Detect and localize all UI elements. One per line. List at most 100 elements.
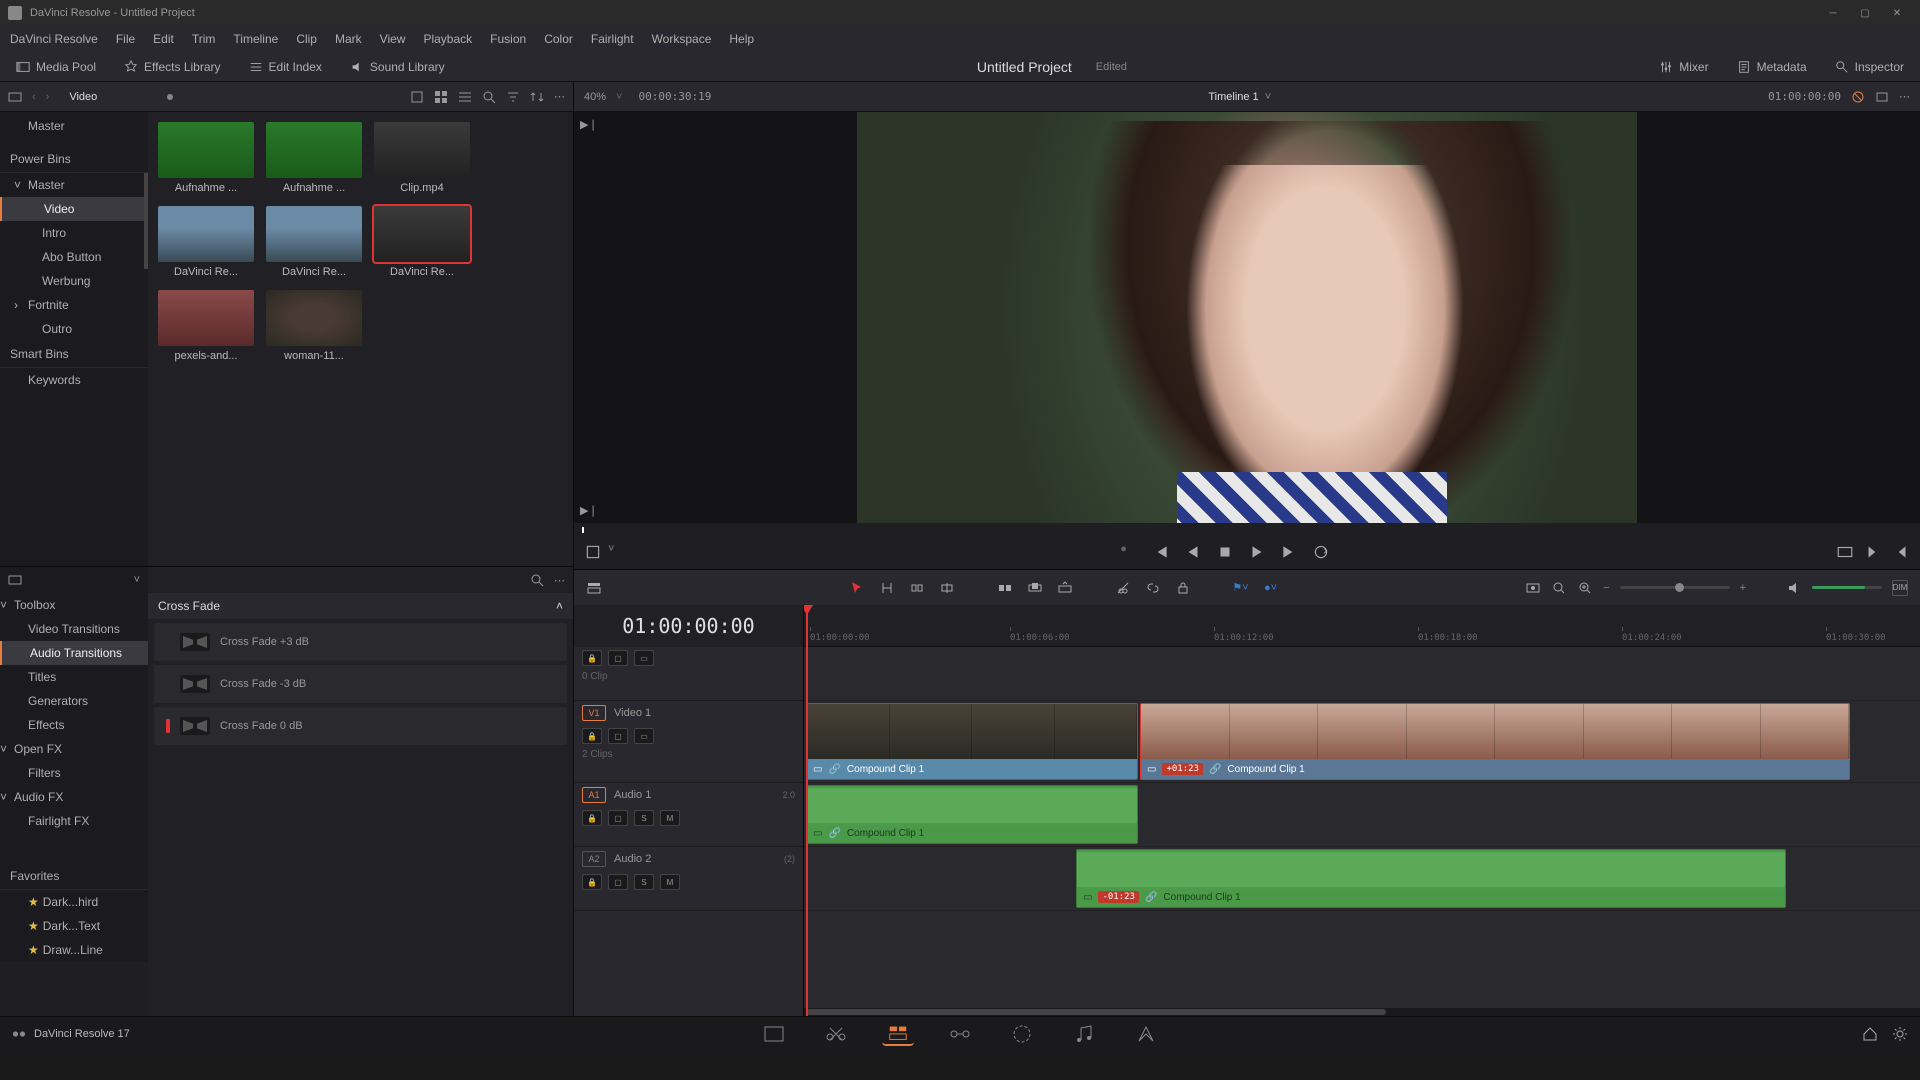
single-viewer-icon[interactable]: [1875, 90, 1889, 104]
pool-nav-fwd[interactable]: ›: [46, 91, 50, 103]
inspector-toggle[interactable]: Inspector: [1829, 56, 1910, 78]
track-v2[interactable]: 🔒 ▢ ▭ 0 Clip: [574, 647, 803, 701]
page-edit[interactable]: [882, 1022, 914, 1046]
lane-v2[interactable]: [804, 647, 1920, 701]
solo-button[interactable]: S: [634, 810, 654, 826]
fx-crossfade-minus3[interactable]: Cross Fade -3 dB: [154, 665, 567, 703]
fx-crossfade-plus3[interactable]: Cross Fade +3 dB: [154, 623, 567, 661]
stop-button[interactable]: [1216, 543, 1234, 561]
transform-overlay-icon[interactable]: [584, 543, 602, 561]
prev-edit-icon[interactable]: ●: [1120, 543, 1138, 561]
clip-item[interactable]: pexels-and...: [158, 290, 254, 362]
pool-nav-back[interactable]: ‹: [32, 91, 36, 103]
menu-trim[interactable]: Trim: [192, 32, 216, 46]
detail-zoom-button[interactable]: [1577, 580, 1593, 596]
fx-search-icon[interactable]: [530, 573, 544, 587]
close-button[interactable]: ✕: [1882, 3, 1912, 23]
timeline-ruler[interactable]: 01:00:00:00 01:00:06:00 01:00:12:00 01:0…: [804, 605, 1920, 647]
play-button[interactable]: [1248, 543, 1266, 561]
mixer-toggle[interactable]: Mixer: [1653, 56, 1714, 78]
clip-item[interactable]: DaVinci Re...: [266, 206, 362, 278]
timeline-viewer[interactable]: ▶❘ ▶❘: [574, 112, 1920, 523]
menu-clip[interactable]: Clip: [296, 32, 317, 46]
pool-options-icon[interactable]: ⋯: [554, 90, 565, 103]
volume-slider[interactable]: [1812, 586, 1882, 589]
page-media[interactable]: [758, 1022, 790, 1046]
page-cut[interactable]: [820, 1022, 852, 1046]
source-zoom[interactable]: 40%: [584, 91, 606, 103]
zoom-in-button[interactable]: +: [1740, 582, 1746, 594]
replace-clip-button[interactable]: [1057, 580, 1073, 596]
pool-breadcrumb[interactable]: Video: [69, 91, 97, 103]
fx-effects[interactable]: Effects: [0, 713, 148, 737]
dynamic-trim-tool[interactable]: [909, 580, 925, 596]
bin-master-power[interactable]: ˅Master: [0, 173, 148, 197]
zoom-out-button[interactable]: −: [1603, 582, 1609, 594]
metadata-toggle[interactable]: Metadata: [1731, 56, 1813, 78]
fx-crossfade-0[interactable]: Cross Fade 0 dB: [154, 707, 567, 745]
menu-fusion[interactable]: Fusion: [490, 32, 526, 46]
mute-button[interactable]: M: [660, 810, 680, 826]
bin-view-icon[interactable]: [8, 90, 22, 104]
media-pool-toggle[interactable]: Media Pool: [10, 56, 102, 78]
menu-timeline[interactable]: Timeline: [233, 32, 278, 46]
lane-a1[interactable]: ▭🔗Compound Clip 1: [804, 783, 1920, 847]
track-a1[interactable]: A1 Audio 1 2.0 🔒 ▢ S M: [574, 783, 803, 847]
zoom-to-fit-button[interactable]: [1551, 580, 1567, 596]
disable-icon[interactable]: ▭: [634, 650, 654, 666]
fx-favorites-header[interactable]: Favorites: [0, 863, 148, 890]
fx-toolbox[interactable]: ˅Toolbox: [0, 593, 148, 617]
fx-titles[interactable]: Titles: [0, 665, 148, 689]
first-frame-button[interactable]: [1152, 543, 1170, 561]
razor-button[interactable]: [1115, 580, 1131, 596]
menu-davinci[interactable]: DaVinci Resolve: [10, 32, 98, 46]
link-button[interactable]: [1145, 580, 1161, 596]
menu-file[interactable]: File: [116, 32, 135, 46]
clip-compound-2-v[interactable]: ▭+01:23🔗Compound Clip 1: [1140, 703, 1850, 780]
track-badge-a2[interactable]: A2: [582, 851, 606, 867]
fx-chevron-down-icon[interactable]: ˅: [134, 574, 140, 586]
selection-tool[interactable]: [849, 580, 865, 596]
solo-button[interactable]: S: [634, 874, 654, 890]
bin-master[interactable]: Master: [0, 114, 148, 138]
clip-compound-1-a[interactable]: ▭🔗Compound Clip 1: [806, 785, 1138, 844]
fx-fav-item[interactable]: ★Draw...Line: [0, 938, 148, 962]
next-clip-button[interactable]: [1864, 543, 1882, 561]
track-a2[interactable]: A2 Audio 2 (2) 🔒 ▢ S M: [574, 847, 803, 911]
bin-abo-button[interactable]: Abo Button: [0, 245, 148, 269]
lane-a2[interactable]: ▭-01:23🔗Compound Clip 1: [804, 847, 1920, 911]
trim-tool[interactable]: [879, 580, 895, 596]
snap-button[interactable]: [1525, 580, 1541, 596]
track-badge-a1[interactable]: A1: [582, 787, 606, 803]
menu-fairlight[interactable]: Fairlight: [591, 32, 634, 46]
viewer-options-icon[interactable]: ⋯: [1899, 90, 1910, 103]
fx-generators[interactable]: Generators: [0, 689, 148, 713]
menu-color[interactable]: Color: [544, 32, 573, 46]
list-view-icon[interactable]: [458, 90, 472, 104]
zoom-slider[interactable]: [1620, 586, 1730, 589]
overlay-dropdown-icon[interactable]: ˅: [608, 543, 614, 561]
clip-item[interactable]: DaVinci Re...: [374, 206, 470, 278]
volume-icon[interactable]: [1786, 580, 1802, 596]
clip-item[interactable]: Aufnahme ...: [266, 122, 362, 194]
loop-button[interactable]: [1312, 543, 1330, 561]
insert-clip-button[interactable]: [997, 580, 1013, 596]
timeline-canvas[interactable]: 01:00:00:00 01:00:06:00 01:00:12:00 01:0…: [804, 605, 1920, 1016]
bin-intro[interactable]: Intro: [0, 221, 148, 245]
auto-select-icon[interactable]: ▢: [608, 874, 628, 890]
settings-button[interactable]: [1892, 1026, 1908, 1042]
bin-fortnite[interactable]: ›Fortnite: [0, 293, 148, 317]
auto-select-icon[interactable]: ▢: [608, 728, 628, 744]
prev-clip-button[interactable]: [1892, 543, 1910, 561]
search-icon[interactable]: [482, 90, 496, 104]
marker-button[interactable]: ●˅: [1263, 580, 1279, 596]
clip-item[interactable]: Aufnahme ...: [158, 122, 254, 194]
playhead[interactable]: [806, 605, 808, 1016]
fx-audiofx[interactable]: ˅Audio FX: [0, 785, 148, 809]
lock-icon[interactable]: 🔒: [582, 650, 602, 666]
fx-fav-item[interactable]: ★Dark...Text: [0, 914, 148, 938]
menu-playback[interactable]: Playback: [423, 32, 472, 46]
power-bins-header[interactable]: Power Bins: [0, 146, 148, 173]
lock-button[interactable]: [1175, 580, 1191, 596]
menu-workspace[interactable]: Workspace: [652, 32, 712, 46]
